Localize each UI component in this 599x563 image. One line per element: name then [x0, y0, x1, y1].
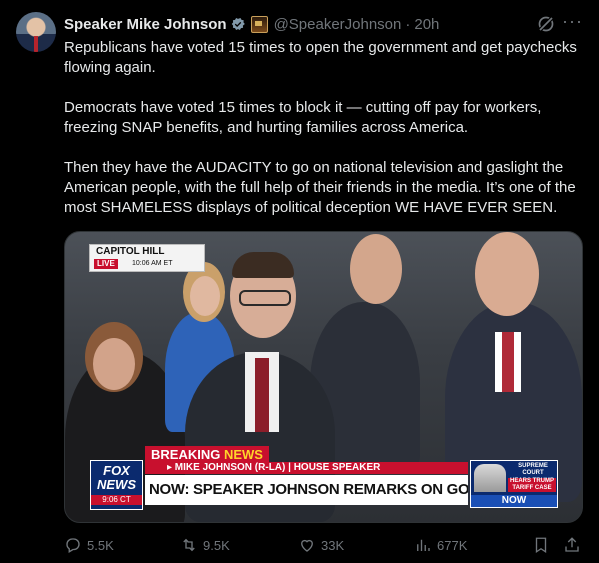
live-badge: LIVE [94, 259, 118, 269]
repost-icon [183, 538, 195, 552]
more-icon[interactable]: ··· [562, 11, 583, 32]
network-name-2: NEWS [97, 477, 136, 492]
author-handle[interactable]: @SpeakerJohnson [274, 16, 402, 33]
like-icon [301, 539, 313, 552]
breaking-word: BREAKING [151, 447, 221, 462]
network-name-1: FOX [103, 463, 130, 478]
reply-button[interactable]: 5.5K [64, 536, 114, 554]
lower-third-headline: NOW: SPEAKER JOHNSON REMARKS ON GOVT SHU… [145, 475, 468, 505]
live-time: 10:06 AM ET [132, 260, 173, 267]
dot-separator: · [405, 15, 411, 33]
post-media[interactable]: CAPITOL HILL LIVE 10:06 AM ET FOX NEWS 9… [64, 231, 583, 523]
grok-icon[interactable] [536, 14, 556, 34]
network-time: 9:06 CT [91, 495, 142, 505]
crowd-head [190, 276, 220, 316]
bookmark-icon [535, 537, 547, 554]
capitol-thumbnail [474, 464, 506, 492]
author-avatar[interactable] [16, 12, 56, 52]
breaking-news-banner: BREAKING NEWS [145, 446, 269, 463]
bookmark-button[interactable] [532, 536, 555, 554]
post-header: Speaker Mike Johnson @SpeakerJohnson · 2… [64, 13, 439, 35]
like-button[interactable]: 33K [298, 536, 344, 554]
repost-count: 9.5K [203, 537, 230, 553]
post-paragraph: Then they have the AUDACITY to go on nat… [64, 159, 576, 216]
reply-count: 5.5K [87, 537, 114, 553]
views-icon [417, 539, 430, 551]
network-logo: FOX NEWS 9:06 CT [90, 460, 143, 510]
affiliate-badge-icon[interactable] [250, 15, 268, 33]
location-chyron: CAPITOL HILL LIVE 10:06 AM ET [89, 244, 205, 272]
author-name[interactable]: Speaker Mike Johnson [64, 16, 227, 33]
side-line-1: SUPREME COURT [518, 463, 548, 476]
share-button[interactable] [563, 536, 586, 554]
views-button[interactable]: 677K [414, 536, 467, 554]
location-label: CAPITOL HILL [96, 246, 165, 257]
crowd-head [475, 232, 539, 316]
side-now: NOW [471, 495, 557, 507]
repost-button[interactable]: 9.5K [180, 536, 230, 554]
news-word: NEWS [223, 447, 263, 462]
post-paragraph: Democrats have voted 15 times to block i… [64, 99, 542, 136]
crowd-head [350, 234, 402, 304]
reply-icon [66, 538, 80, 553]
verified-badge-icon[interactable] [230, 16, 246, 32]
side-line-2: HEARS TRUMP TARIFF CASE [508, 478, 556, 492]
action-bar: 5.5K 9.5K 33K 677K [0, 536, 599, 554]
crowd-head [93, 338, 135, 390]
lower-third-subtitle: ▸ MIKE JOHNSON (R-LA) | HOUSE SPEAKER [145, 462, 468, 474]
post-paragraph: Republicans have voted 15 times to open … [64, 39, 577, 76]
post-time[interactable]: 20h [414, 16, 439, 33]
like-count: 33K [321, 537, 345, 553]
side-news-box: SUPREME COURT HEARS TRUMP TARIFF CASE NO… [470, 460, 558, 508]
views-count: 677K [437, 537, 468, 553]
post-text: Republicans have voted 15 times to open … [64, 38, 589, 238]
share-icon [565, 537, 579, 552]
